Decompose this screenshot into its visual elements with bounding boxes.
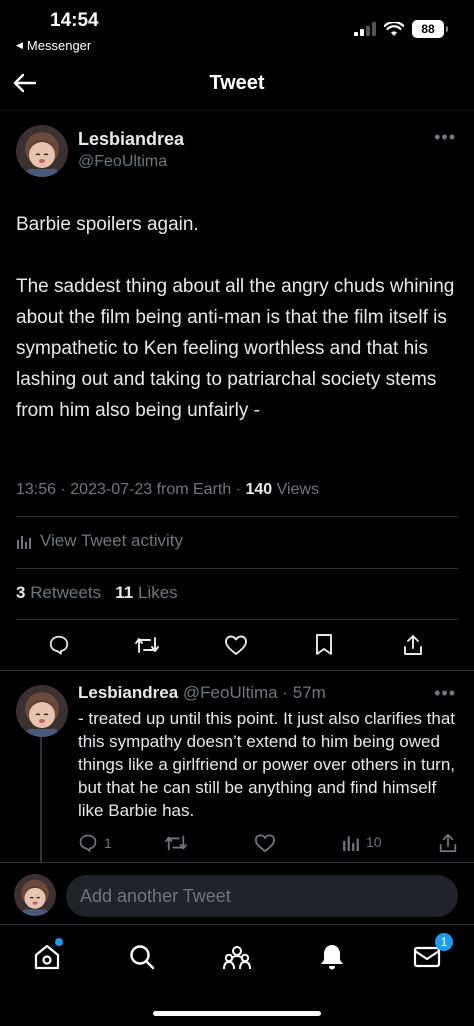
share-icon: [439, 833, 457, 853]
cellular-signal-icon: [354, 22, 376, 36]
system-icons: 88: [354, 20, 448, 38]
retweet-icon: [165, 835, 187, 851]
tweet-source: from Earth: [156, 481, 232, 498]
tweet-text: Barbie spoilers again. The saddest thing…: [16, 214, 455, 421]
likes-label: Likes: [137, 583, 178, 602]
nav-header: Tweet: [0, 58, 474, 110]
tab-notifications[interactable]: [314, 939, 350, 975]
likes-count: 11: [115, 583, 134, 602]
reply-header: Lesbiandrea @FeoUltima · 57m: [78, 683, 326, 702]
more-icon[interactable]: •••: [434, 683, 456, 704]
avatar: [14, 874, 56, 916]
main-tweet: Lesbiandrea @FeoUltima ••• Barbie spoile…: [0, 110, 474, 670]
likes-link[interactable]: 11 Likes: [115, 583, 177, 602]
reply-icon: [79, 834, 97, 852]
reply-age: 57m: [292, 683, 326, 702]
bottom-tab-bar: 1: [0, 924, 474, 1026]
reply-tweet[interactable]: Lesbiandrea @FeoUltima · 57m ••• - treat…: [0, 670, 474, 863]
reply-count: 1: [104, 835, 112, 851]
avatar-image: [16, 685, 68, 737]
add-tweet-input[interactable]: Add another Tweet: [66, 875, 458, 917]
avatar-image: [16, 125, 68, 177]
status-time: 14:54: [50, 10, 99, 31]
engagement-counts: 3 Retweets 11 Likes: [16, 583, 178, 603]
back-triangle-icon: ◀: [16, 40, 23, 50]
tweet-action-bar: [0, 623, 474, 663]
analytics-icon: [343, 836, 359, 851]
avatar-image: [14, 874, 56, 916]
messages-icon: [413, 946, 441, 968]
reply-views-count: 10: [366, 834, 382, 850]
retweets-label: Retweets: [30, 583, 102, 602]
reply-views-button[interactable]: 10: [342, 833, 382, 851]
reply-text: - treated up until this point. It just a…: [78, 709, 456, 820]
tab-home[interactable]: [29, 938, 65, 975]
tweet-time: 13:56: [16, 481, 57, 498]
more-icon[interactable]: •••: [434, 127, 456, 148]
reply-action-bar: 1 10: [78, 833, 462, 859]
status-bar: 14:54 ◀ Messenger 88: [0, 0, 474, 58]
tweet-author-name[interactable]: Lesbiandrea: [78, 129, 184, 150]
tab-communities[interactable]: [219, 939, 255, 975]
tweet-views-count: 140: [245, 481, 273, 498]
messages-badge: 1: [435, 933, 453, 951]
retweet-button[interactable]: [133, 631, 161, 659]
reply-composer: Add another Tweet: [0, 862, 474, 924]
tweet-views-label: Views: [276, 481, 320, 498]
tab-search[interactable]: [124, 939, 160, 975]
notifications-icon: [321, 945, 343, 970]
avatar[interactable]: [16, 125, 68, 177]
avatar[interactable]: [16, 685, 68, 737]
reply-like-button[interactable]: [254, 833, 276, 853]
reply-retweet-button[interactable]: [164, 833, 188, 853]
reply-author-handle[interactable]: @FeoUltima: [183, 683, 278, 702]
battery-indicator: 88: [412, 20, 448, 38]
divider: [16, 516, 458, 517]
analytics-icon: [17, 536, 31, 549]
reply-reply-button[interactable]: 1: [78, 833, 112, 853]
retweets-link[interactable]: 3 Retweets: [16, 583, 101, 602]
home-indicator: [153, 1011, 321, 1016]
reply-author-name[interactable]: Lesbiandrea: [78, 683, 178, 702]
like-icon: [225, 635, 247, 655]
retweets-count: 3: [16, 583, 26, 602]
back-to-app-link[interactable]: ◀ Messenger: [16, 38, 91, 53]
reply-icon: [49, 635, 69, 655]
wifi-icon: [384, 21, 404, 36]
retweet-icon: [135, 637, 159, 653]
tweet-date: 2023-07-23: [70, 481, 153, 498]
back-app-label: Messenger: [26, 38, 92, 53]
tab-messages[interactable]: 1: [409, 933, 453, 975]
bookmark-icon: [316, 634, 332, 655]
like-icon: [255, 834, 276, 853]
home-unread-dot: [55, 938, 63, 946]
like-button[interactable]: [222, 631, 250, 659]
share-button[interactable]: [399, 631, 427, 659]
reply-button[interactable]: [45, 631, 73, 659]
page-title: Tweet: [209, 72, 265, 94]
reply-share-button[interactable]: [438, 833, 458, 853]
tweet-meta: 13:56 · 2023-07-23 from Earth · 140 View…: [16, 481, 320, 498]
tweet-author-handle[interactable]: @FeoUltima: [78, 153, 167, 171]
home-icon: [34, 944, 60, 970]
search-icon: [130, 945, 155, 970]
divider: [16, 619, 458, 620]
share-icon: [404, 635, 422, 655]
divider: [16, 568, 458, 569]
thread-line: [40, 737, 42, 863]
view-tweet-activity-button[interactable]: View Tweet activity: [16, 531, 183, 551]
activity-label: View Tweet activity: [40, 531, 183, 550]
communities-icon: [223, 946, 251, 970]
bookmark-button[interactable]: [310, 631, 338, 659]
